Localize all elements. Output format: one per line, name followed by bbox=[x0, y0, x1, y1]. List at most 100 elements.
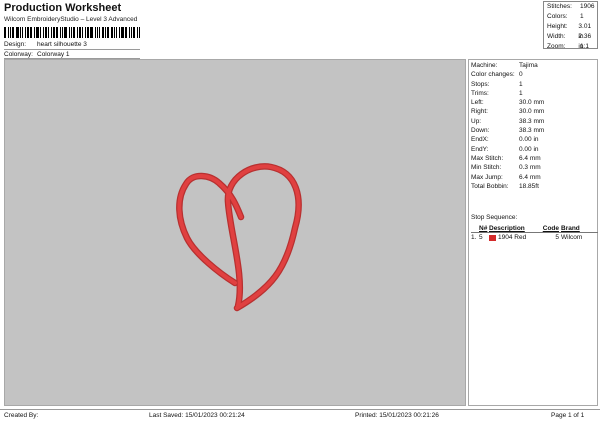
info-value: 38.3 mm bbox=[519, 127, 545, 135]
info-row: Trims: 1 bbox=[471, 89, 544, 98]
barcode-bar bbox=[87, 27, 89, 38]
barcode-bar bbox=[125, 27, 127, 38]
barcode-bar bbox=[43, 27, 44, 38]
barcode-bar bbox=[56, 27, 58, 38]
header-brand: Brand bbox=[561, 225, 580, 232]
barcode-bar bbox=[73, 27, 75, 38]
barcode-bar bbox=[119, 27, 120, 38]
barcode-bar bbox=[79, 27, 81, 38]
info-value: 6.4 mm bbox=[519, 173, 541, 181]
barcode-bar bbox=[53, 27, 55, 38]
stat-colors: Colors: 1 bbox=[544, 12, 597, 22]
stat-label: Width: bbox=[547, 33, 566, 40]
barcode-bar bbox=[139, 27, 140, 38]
info-row: Color changes: 0 bbox=[471, 70, 544, 79]
barcode-bar bbox=[95, 27, 96, 38]
info-row: Left: 30.0 mm bbox=[471, 98, 544, 107]
info-value: 0.00 in bbox=[519, 145, 539, 153]
barcode-bar bbox=[114, 27, 115, 38]
footer-divider bbox=[0, 409, 600, 410]
stat-value: 3.01 in bbox=[578, 23, 592, 40]
colorway-label: Colorway: bbox=[4, 51, 33, 58]
barcode-bar bbox=[8, 27, 9, 38]
header-code: Code bbox=[542, 225, 559, 232]
barcode-bar bbox=[97, 27, 98, 38]
info-value: 0.00 in bbox=[519, 136, 539, 144]
info-value: 1 bbox=[519, 89, 523, 97]
stat-stitches: Stitches: 1906 bbox=[544, 2, 597, 12]
design-value: heart silhouette 3 bbox=[37, 41, 87, 48]
info-value: 0.3 mm bbox=[519, 164, 541, 172]
colorway-value: Colorway 1 bbox=[37, 51, 70, 58]
stat-height: Height: 3.01 in bbox=[544, 22, 597, 40]
stat-width: Width: 2.36 in bbox=[544, 32, 597, 50]
stat-value: 1:1 bbox=[580, 43, 590, 50]
header-description: Description bbox=[489, 225, 525, 232]
info-row: Machine: Tajima bbox=[471, 61, 544, 70]
color-swatch bbox=[489, 234, 496, 241]
barcode-bar bbox=[105, 27, 106, 38]
info-label: Stops: bbox=[471, 80, 490, 88]
info-value: Tajima bbox=[519, 62, 538, 69]
design-preview-canvas[interactable] bbox=[4, 59, 466, 406]
row-brand: Wilcom bbox=[561, 234, 583, 241]
stop-table-row[interactable]: 1. 5 1904 Red 5 Wilcom bbox=[471, 233, 598, 242]
barcode-bar bbox=[27, 27, 29, 38]
stop-sequence-table: N# Description Code Brand 1. 5 1904 Red … bbox=[471, 224, 598, 242]
info-value: 30.0 mm bbox=[519, 99, 545, 107]
barcode-bar bbox=[22, 27, 23, 38]
design-info-list: Machine: Tajima Color changes: 0 Stops: 1 Trim… bbox=[471, 61, 544, 191]
info-row: Right: 30.0 mm bbox=[471, 107, 544, 116]
stop-table-header: N# Description Code Brand bbox=[471, 224, 598, 233]
barcode-bar bbox=[69, 27, 70, 38]
barcode-bar bbox=[107, 27, 109, 38]
barcode-bar bbox=[45, 27, 47, 38]
barcode-bar bbox=[137, 27, 138, 38]
barcode-bar bbox=[102, 27, 104, 38]
info-label: Left: bbox=[471, 99, 484, 107]
software-subtitle: Wilcom EmbroideryStudio – Level 3 Advanc… bbox=[4, 16, 138, 23]
info-row: EndY: 0.00 in bbox=[471, 145, 544, 154]
stat-value: 2.36 in bbox=[578, 33, 592, 50]
stat-label: Stitches: bbox=[547, 3, 572, 10]
barcode-bar bbox=[25, 27, 26, 38]
footer-page-number: Page 1 of 1 bbox=[551, 412, 585, 419]
design-row: Design: heart silhouette 3 bbox=[4, 41, 87, 48]
design-label: Design: bbox=[4, 41, 27, 48]
row-code: 5 bbox=[555, 234, 559, 241]
row-description: 1904 Red bbox=[489, 233, 541, 242]
info-label: Machine: bbox=[471, 62, 498, 69]
barcode-bar bbox=[131, 27, 132, 38]
barcode-bar bbox=[111, 27, 113, 38]
barcode-bar bbox=[133, 27, 135, 38]
info-label: Down: bbox=[471, 127, 490, 135]
row-color-name: Red bbox=[514, 234, 527, 241]
info-label: Min Stitch: bbox=[471, 164, 502, 172]
stat-label: Height: bbox=[547, 23, 568, 30]
barcode-bar bbox=[10, 27, 11, 38]
barcode-bar bbox=[71, 27, 72, 38]
info-label: Right: bbox=[471, 108, 488, 116]
info-label: EndX: bbox=[471, 136, 489, 144]
info-row: Total Bobbin: 18.85ft bbox=[471, 182, 544, 191]
divider bbox=[4, 49, 140, 50]
worksheet-title: Production Worksheet bbox=[4, 2, 122, 14]
header-index bbox=[471, 224, 479, 232]
footer-last-saved: Last Saved: 15/01/2023 00:21:24 bbox=[149, 412, 245, 419]
barcode-bar bbox=[51, 27, 52, 38]
stat-value: 1 bbox=[580, 13, 584, 20]
info-row: Up: 38.3 mm bbox=[471, 117, 544, 126]
info-label: Color changes: bbox=[471, 71, 515, 79]
footer-created-by: Created By: bbox=[4, 412, 39, 419]
barcode-bar bbox=[64, 27, 67, 38]
info-value: 6.4 mm bbox=[519, 154, 541, 162]
barcode-bar bbox=[48, 27, 49, 38]
barcode-bar bbox=[129, 27, 130, 38]
barcode-bar bbox=[62, 27, 63, 38]
info-value: 0 bbox=[519, 71, 523, 79]
stat-value: 1906 bbox=[580, 3, 595, 10]
colorway-row: Colorway: Colorway 1 bbox=[4, 51, 70, 58]
stat-zoom: Zoom: 1:1 bbox=[544, 42, 597, 52]
barcode-bar bbox=[60, 27, 61, 38]
barcode-bar bbox=[77, 27, 78, 38]
